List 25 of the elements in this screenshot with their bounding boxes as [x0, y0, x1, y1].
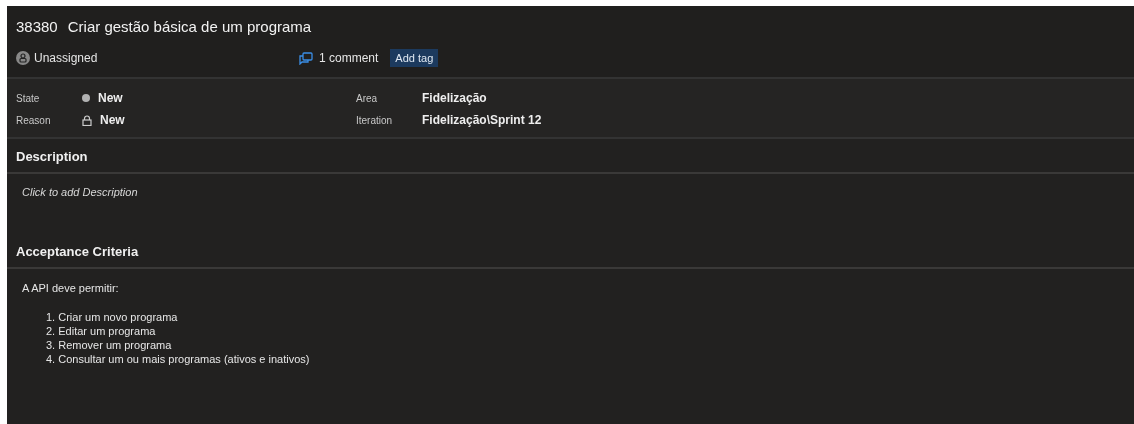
description-placeholder[interactable]: Click to add Description [7, 174, 1134, 234]
criteria-item: 3. Remover um programa [45, 338, 173, 352]
comment-icon [299, 51, 313, 65]
field-value[interactable]: Fidelização [422, 91, 487, 105]
field-value[interactable]: New [100, 113, 125, 127]
criteria-item: 4. Consultar um ou mais programas (ativos e inativos) [45, 352, 311, 366]
work-item-id: 38380 [16, 17, 58, 35]
lock-icon [82, 114, 92, 126]
comment-count[interactable]: 1 comment [319, 51, 379, 65]
criteria-intro: A API deve permitir: [22, 282, 120, 294]
field-value[interactable]: Fidelização\Sprint 12 [422, 113, 542, 127]
add-tag-button[interactable]: Add tag [390, 49, 439, 67]
criteria-item: 2. Editar um programa [45, 324, 157, 338]
work-item-title: Criar gestão básica de um programa [67, 17, 312, 35]
field-label: Area [356, 92, 379, 104]
field-label: Reason [16, 114, 52, 126]
state-dot-icon [82, 94, 90, 102]
field-label: State [16, 92, 41, 104]
section-heading: Description [7, 139, 1134, 174]
field-value[interactable]: New [98, 91, 123, 105]
criteria-item: 1. Criar um novo programa [45, 310, 179, 324]
field-label: Iteration [356, 114, 394, 126]
assignee-label[interactable]: Unassigned [34, 51, 98, 65]
section-heading: Acceptance Criteria [7, 234, 1134, 269]
person-icon [16, 51, 30, 65]
